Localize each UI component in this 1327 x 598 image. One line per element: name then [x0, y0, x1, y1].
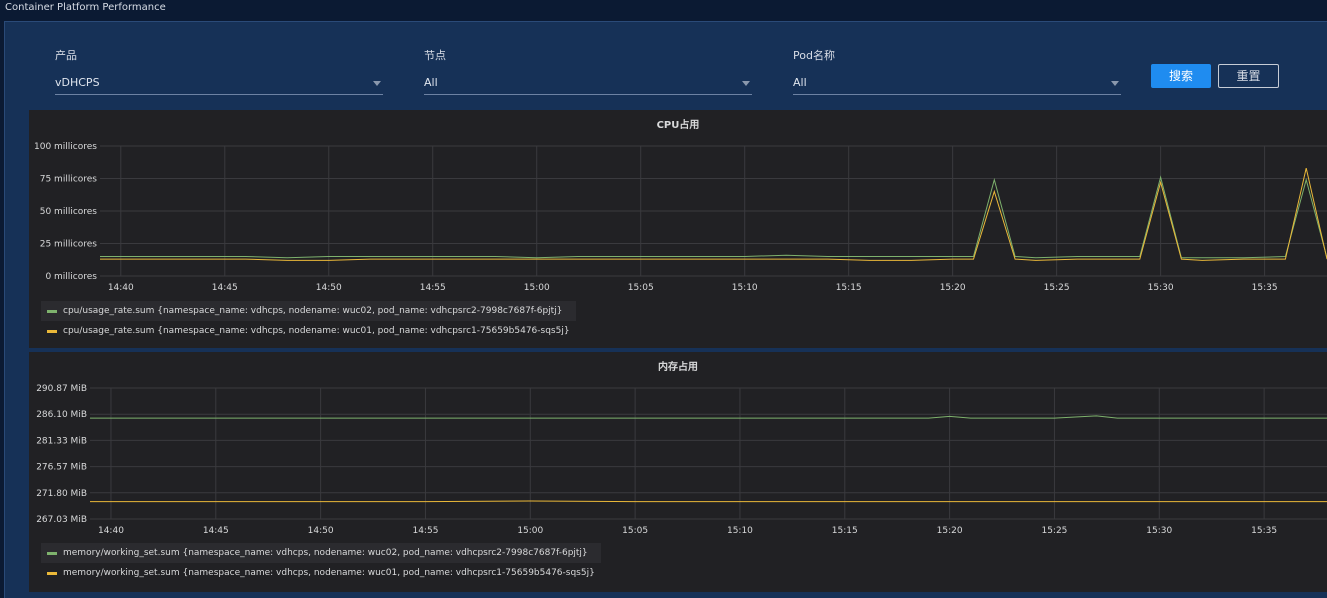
memory-legend-item-1[interactable]: memory/working_set.sum {namespace_name: … — [41, 543, 601, 563]
cpu-x-tick-label: 14:50 — [316, 283, 342, 293]
cpu-x-tick-label: 15:10 — [732, 283, 758, 293]
node-filter: 节点 All — [424, 47, 752, 97]
cpu-legend: cpu/usage_rate.sum {namespace_name: vdhc… — [41, 301, 576, 341]
memory-x-tick-label: 14:40 — [98, 526, 124, 536]
cpu-x-tick-label: 15:20 — [940, 283, 966, 293]
cpu-x-tick-label: 15:35 — [1252, 283, 1278, 293]
series-swatch — [47, 329, 57, 333]
memory-y-tick-label: 267.03 MiB — [36, 515, 87, 525]
memory-legend-label-2: memory/working_set.sum {namespace_name: … — [63, 568, 595, 578]
memory-x-tick-label: 15:30 — [1146, 526, 1172, 536]
memory-legend-label-1: memory/working_set.sum {namespace_name: … — [63, 548, 588, 558]
cpu-y-tick-label: 100 millicores — [34, 142, 97, 152]
memory-x-tick-label: 15:15 — [832, 526, 858, 536]
memory-chart-panel: 内存占用 267.03 MiB 271.80 MiB 276.57 MiB 281.3… — [29, 352, 1327, 592]
chevron-down-icon — [1111, 81, 1119, 86]
memory-y-tick-label: 290.87 MiB — [36, 384, 87, 394]
node-select[interactable]: All — [424, 71, 752, 95]
memory-x-tick-label: 15:35 — [1251, 526, 1277, 536]
cpu-x-tick-label: 15:30 — [1148, 283, 1174, 293]
memory-legend-item-2[interactable]: memory/working_set.sum {namespace_name: … — [41, 563, 601, 583]
cpu-legend-item-1[interactable]: cpu/usage_rate.sum {namespace_name: vdhc… — [41, 301, 576, 321]
memory-x-tick-label: 15:20 — [937, 526, 963, 536]
cpu-x-tick-label: 14:40 — [108, 283, 134, 293]
chevron-down-icon — [742, 81, 750, 86]
cpu-chart: 0 millicores 25 millicores 50 millicores 75… — [34, 142, 1327, 293]
memory-y-tick-label: 271.80 MiB — [36, 489, 87, 499]
memory-series-line-1 — [90, 415, 1327, 419]
memory-x-tick-label: 15:00 — [517, 526, 543, 536]
chevron-down-icon — [373, 81, 381, 86]
cpu-x-tick-label: 15:25 — [1044, 283, 1070, 293]
memory-x-tick-label: 14:50 — [308, 526, 334, 536]
cpu-x-tick-label: 15:05 — [628, 283, 654, 293]
memory-series-line-2 — [90, 500, 1327, 503]
reset-button[interactable]: 重置 — [1218, 64, 1279, 88]
memory-y-tick-label: 276.57 MiB — [36, 463, 87, 473]
cpu-legend-label-2: cpu/usage_rate.sum {namespace_name: vdhc… — [63, 326, 570, 336]
cpu-x-tick-label: 14:45 — [212, 283, 238, 293]
memory-legend: memory/working_set.sum {namespace_name: … — [41, 543, 601, 583]
search-button[interactable]: 搜索 — [1151, 64, 1211, 88]
series-swatch — [47, 571, 57, 575]
memory-x-tick-label: 15:10 — [727, 526, 753, 536]
cpu-y-tick-label: 25 millicores — [40, 240, 98, 250]
cpu-y-tick-label: 0 millicores — [45, 272, 97, 282]
cpu-x-tick-label: 15:15 — [836, 283, 862, 293]
cpu-y-tick-label: 50 millicores — [40, 207, 98, 217]
product-filter: 产品 vDHCPS — [55, 47, 383, 97]
memory-y-tick-label: 286.10 MiB — [36, 410, 87, 420]
memory-x-tick-label: 14:45 — [203, 526, 229, 536]
cpu-chart-panel: CPU占用 0 millicores 25 millicores 50 millic… — [29, 110, 1327, 348]
memory-y-tick-label: 281.33 MiB — [36, 436, 87, 446]
product-select-value: vDHCPS — [55, 76, 100, 89]
cpu-x-tick-label: 15:00 — [524, 283, 550, 293]
memory-x-tick-label: 15:05 — [622, 526, 648, 536]
cpu-y-tick-label: 75 millicores — [40, 175, 98, 185]
pod-select[interactable]: All — [793, 71, 1121, 95]
app-title: Container Platform Performance — [5, 2, 166, 13]
memory-x-tick-label: 14:55 — [412, 526, 438, 536]
node-select-value: All — [424, 76, 438, 89]
cpu-x-tick-label: 14:55 — [420, 283, 446, 293]
series-swatch — [47, 309, 57, 313]
memory-chart: 267.03 MiB 271.80 MiB 276.57 MiB 281.33 MiB… — [36, 384, 1327, 536]
memory-x-tick-label: 15:25 — [1041, 526, 1067, 536]
product-select[interactable]: vDHCPS — [55, 71, 383, 95]
series-swatch — [47, 551, 57, 555]
node-filter-label: 节点 — [424, 49, 446, 62]
cpu-legend-item-2[interactable]: cpu/usage_rate.sum {namespace_name: vdhc… — [41, 321, 576, 341]
product-filter-label: 产品 — [55, 49, 77, 62]
pod-filter-label: Pod名称 — [793, 49, 835, 62]
pod-filter: Pod名称 All — [793, 47, 1121, 97]
cpu-legend-label-1: cpu/usage_rate.sum {namespace_name: vdhc… — [63, 306, 563, 316]
cpu-series-line-2 — [100, 167, 1327, 261]
pod-select-value: All — [793, 76, 807, 89]
